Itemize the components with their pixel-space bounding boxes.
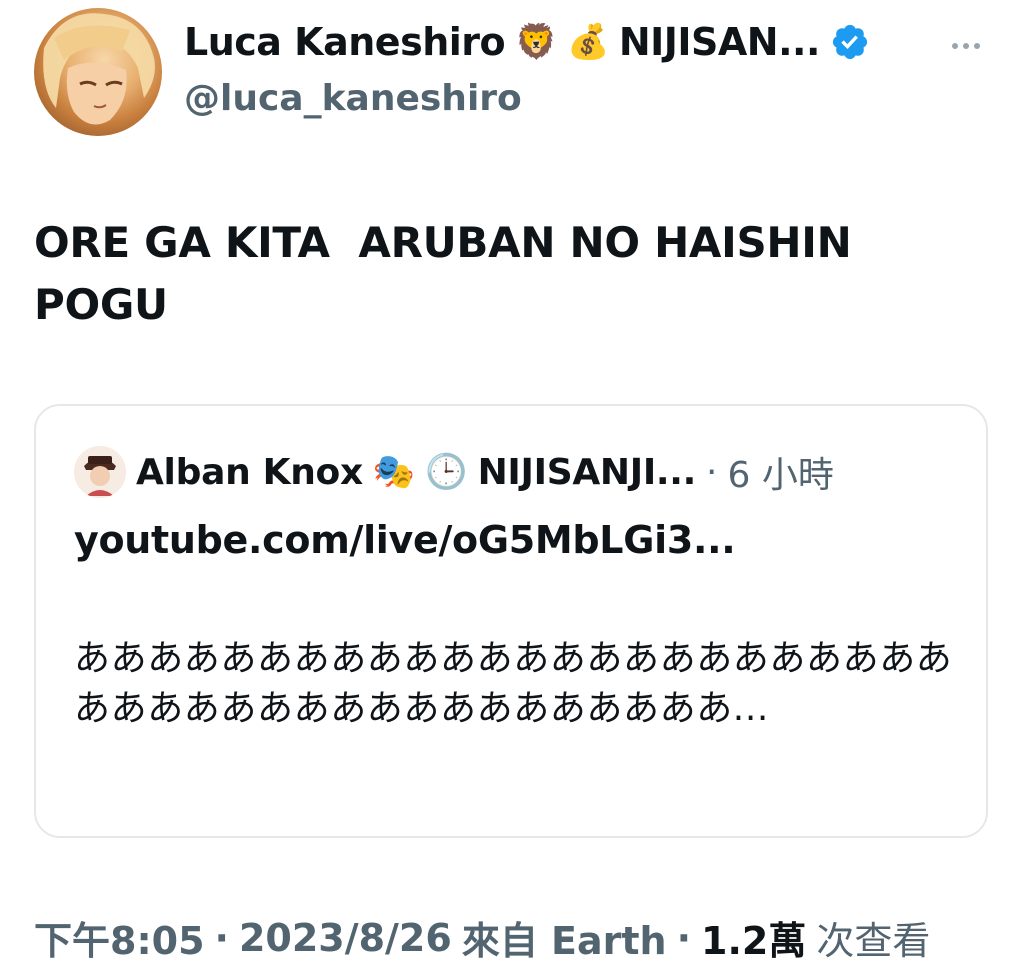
views-label: 次查看 xyxy=(816,919,931,963)
author-name-row[interactable]: Luca Kaneshiro 🦁 💰 NIJISAN... xyxy=(184,20,870,64)
more-options-icon[interactable] xyxy=(942,26,990,66)
clock-emoji-icon: 🕒 xyxy=(425,452,468,492)
tweet-time[interactable]: 下午8:05 xyxy=(34,910,205,965)
quoted-tweet-header: Alban Knox 🎭 🕒 NIJISANJI... · 6 小時 xyxy=(74,446,834,498)
performing-arts-emoji-icon: 🎭 xyxy=(372,452,416,492)
quoted-author-name[interactable]: Alban Knox xyxy=(136,452,363,493)
quoted-author-suffix[interactable]: NIJISANJI... xyxy=(478,452,697,493)
more-dot xyxy=(963,43,969,49)
tweet-meta: 下午8:05 · 2023/8/26 來自 Earth · 1.2萬 次查看 xyxy=(34,910,930,965)
quoted-author-avatar[interactable] xyxy=(74,446,126,498)
author-name-suffix[interactable]: NIJISAN... xyxy=(619,20,821,64)
money-bag-emoji-icon: 💰 xyxy=(566,22,609,62)
verified-badge-icon xyxy=(832,24,868,60)
tweet-source: 來自 Earth xyxy=(461,919,667,963)
author-display-name[interactable]: Luca Kaneshiro xyxy=(184,20,506,64)
views-count: 1.2萬 xyxy=(701,919,807,963)
more-dot xyxy=(952,43,958,49)
quoted-tweet-link[interactable]: youtube.com/live/oG5MbLGi3... xyxy=(74,518,736,562)
tweet-date[interactable]: 2023/8/26 xyxy=(239,916,452,960)
separator-dot: · xyxy=(214,915,229,960)
quoted-tweet-time[interactable]: 6 小時 xyxy=(728,446,834,498)
author-handle[interactable]: @luca_kaneshiro xyxy=(184,78,522,119)
quoted-tweet-body: ああああああああああああああああああああああああああああああああああああああああ… xyxy=(74,638,953,729)
separator-dot: · xyxy=(676,915,692,960)
quoted-tweet-card[interactable]: Alban Knox 🎭 🕒 NIJISANJI... · 6 小時 youtu… xyxy=(34,404,988,838)
lion-emoji-icon: 🦁 xyxy=(515,22,557,62)
separator-dot: · xyxy=(706,451,718,493)
tweet-text: ORE GA KITA ARUBAN NO HAISHIN POGU xyxy=(34,218,852,329)
more-dot xyxy=(974,43,980,49)
author-avatar[interactable] xyxy=(34,8,162,136)
